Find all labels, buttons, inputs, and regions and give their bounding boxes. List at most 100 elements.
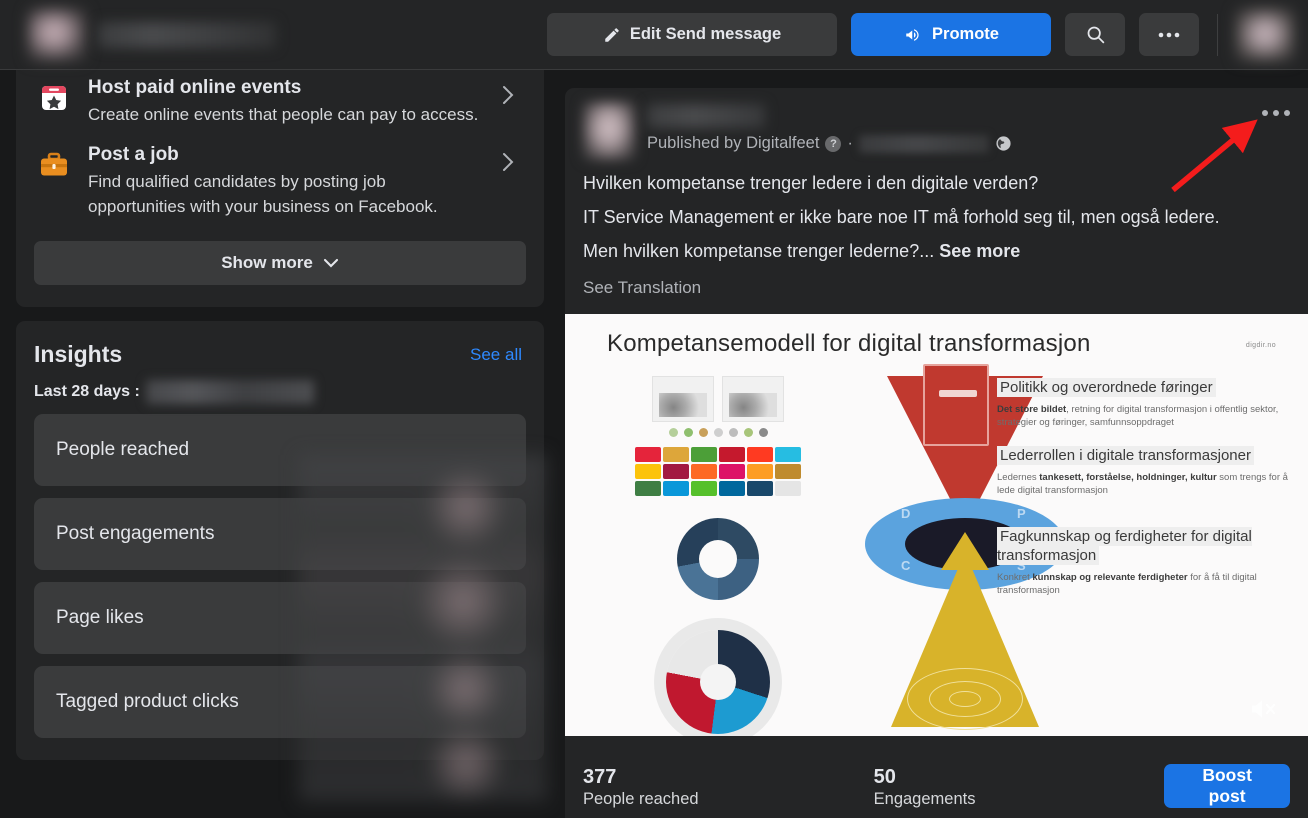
facebook-page-admin-screen: Edit Send message Promote Host paid onli…	[0, 0, 1308, 818]
page-identity[interactable]	[0, 8, 500, 61]
post-line-2: IT Service Management er ikke bare noe I…	[583, 207, 1220, 227]
infographic-block-heading: Lederrollen i digitale transformasjoner	[997, 446, 1254, 465]
show-more-button[interactable]: Show more	[34, 241, 526, 285]
infographic-block-body-lead: Ledernes	[997, 472, 1040, 483]
infographic-sdg-grid	[635, 447, 801, 496]
chevron-right-icon	[500, 151, 520, 178]
infographic-mini-cards	[623, 376, 813, 422]
see-translation-link[interactable]: See Translation	[583, 278, 1290, 298]
post-author-name-redacted	[647, 104, 765, 128]
page-topbar: Edit Send message Promote	[0, 0, 1308, 70]
megaphone-icon	[903, 26, 923, 44]
dot	[1262, 110, 1268, 116]
infographic-block-3: Fagkunnskap og ferdigheter for digital t…	[997, 527, 1289, 597]
metric-label: Tagged product clicks	[56, 691, 239, 712]
promote-button[interactable]: Promote	[851, 13, 1051, 56]
search-button[interactable]	[1065, 13, 1125, 56]
post-date-redacted	[858, 134, 989, 153]
stat-value: 50	[873, 765, 896, 788]
ring-letter-0: D	[901, 506, 911, 521]
byline-separator: ·	[847, 134, 853, 152]
tool-description: Find qualified candidates by posting job…	[88, 172, 438, 216]
topbar-divider	[1217, 13, 1218, 56]
speaker-mute-icon[interactable]	[1246, 694, 1280, 724]
infographic-donut-chart-2	[666, 630, 770, 734]
page-tools-card: Host paid online events Create online ev…	[16, 70, 544, 307]
topbar-more-button[interactable]	[1139, 13, 1199, 56]
insights-metric-row[interactable]: Tagged product clicks	[34, 666, 526, 738]
insights-metric-row[interactable]: Post engagements	[34, 498, 526, 570]
dot	[713, 428, 723, 437]
metric-label: People reached	[56, 439, 190, 460]
infographic-block-body: Det store bildet, retning for digital tr…	[997, 404, 1289, 429]
dot	[668, 428, 678, 437]
insights-metric-row[interactable]: People reached	[34, 414, 526, 486]
tool-text: Host paid online events Create online ev…	[88, 76, 484, 127]
post-line-3: Men hvilken kompetanse trenger lederne?.…	[583, 234, 1290, 268]
published-by-label: Published by Digitalfeet	[647, 134, 820, 152]
tool-host-paid-online-events[interactable]: Host paid online events Create online ev…	[16, 70, 544, 137]
see-more-link[interactable]: See more	[939, 241, 1020, 261]
search-icon	[1085, 24, 1106, 45]
infographic-block-2: Lederrollen i digitale transformasjoner …	[997, 446, 1289, 497]
infographic-right-column: Politikk og overordnede føringer Det sto…	[997, 378, 1289, 614]
post-attached-image[interactable]: Kompetansemodell for digital transformas…	[565, 314, 1308, 736]
briefcase-icon	[36, 147, 72, 183]
help-icon[interactable]: ?	[825, 135, 842, 152]
post-line-3-text: Men hvilken kompetanse trenger lederne?.…	[583, 241, 935, 261]
mini-card	[652, 376, 714, 422]
promote-label: Promote	[932, 25, 999, 43]
date-range-value-redacted	[145, 380, 314, 404]
insights-card: Insights See all Last 28 days : People r…	[16, 321, 547, 801]
dot	[743, 428, 753, 437]
insights-header: Insights See all	[16, 341, 544, 372]
page-avatar	[28, 8, 86, 61]
infographic-block-body-lead: Konkret	[997, 572, 1033, 583]
infographic-block-heading: Politikk og overordnede føringer	[997, 378, 1216, 397]
calendar-star-icon	[36, 80, 72, 116]
tool-post-a-job[interactable]: Post a job Find qualified candidates by …	[16, 137, 544, 229]
edit-send-message-label: Edit Send message	[629, 25, 782, 43]
tool-title: Host paid online events	[88, 77, 302, 98]
dot	[1273, 110, 1279, 116]
post-author-avatar[interactable]	[583, 102, 635, 160]
infographic-block-heading: Fagkunnskap og ferdigheter for digital t…	[997, 527, 1252, 565]
dot	[758, 428, 768, 437]
stat-label: Engagements	[873, 789, 976, 808]
see-all-link[interactable]: See all	[470, 345, 522, 365]
post-card: Published by Digitalfeet ? · Hvilken kom…	[565, 88, 1308, 818]
infographic-block-1: Politikk og overordnede føringer Det sto…	[997, 378, 1289, 429]
insights-metric-row[interactable]: Page likes	[34, 582, 526, 654]
infographic-block-body: Ledernes tankesett, forståelse, holdning…	[997, 472, 1289, 497]
chevron-right-icon	[500, 84, 520, 111]
mini-card	[722, 376, 784, 422]
post-author-meta: Published by Digitalfeet ? ·	[635, 102, 1290, 160]
edit-send-message-button[interactable]: Edit Send message	[547, 13, 837, 56]
infographic-block-body-bold: kunnskap og relevante ferdigheter	[1032, 572, 1188, 583]
more-horizontal-icon	[1158, 32, 1180, 38]
red-card-icon	[923, 364, 989, 446]
infographic-donut-chart-1	[677, 518, 759, 600]
stat-people-reached: 377 People reached	[583, 764, 874, 809]
show-more-label: Show more	[221, 253, 313, 272]
tool-title: Post a job	[88, 144, 179, 165]
post-options-button[interactable]	[1262, 110, 1290, 116]
account-avatar[interactable]	[1236, 8, 1294, 61]
post-preview-panel: Published by Digitalfeet ? · Hvilken kom…	[560, 70, 1308, 818]
boost-post-button[interactable]: Boost post	[1164, 764, 1291, 808]
infographic-left-column	[623, 376, 813, 734]
dot	[1284, 110, 1290, 116]
post-line-1: Hvilken kompetanse trenger ledere i den …	[583, 173, 1039, 193]
metric-label: Page likes	[56, 607, 144, 628]
infographic-icon-row	[623, 428, 813, 437]
stat-label: People reached	[583, 789, 699, 808]
dot	[698, 428, 708, 437]
infographic-block-body: Konkret kunnskap og relevante ferdighete…	[997, 572, 1289, 597]
tool-text: Post a job Find qualified candidates by …	[88, 143, 484, 219]
insights-date-range: Last 28 days :	[16, 372, 544, 414]
content-area: Host paid online events Create online ev…	[0, 70, 1308, 818]
post-byline: Published by Digitalfeet ? ·	[647, 134, 1290, 153]
globe-icon	[995, 135, 1012, 152]
post-body: Hvilken kompetanse trenger ledere i den …	[565, 160, 1308, 298]
chevron-down-icon	[323, 258, 339, 268]
